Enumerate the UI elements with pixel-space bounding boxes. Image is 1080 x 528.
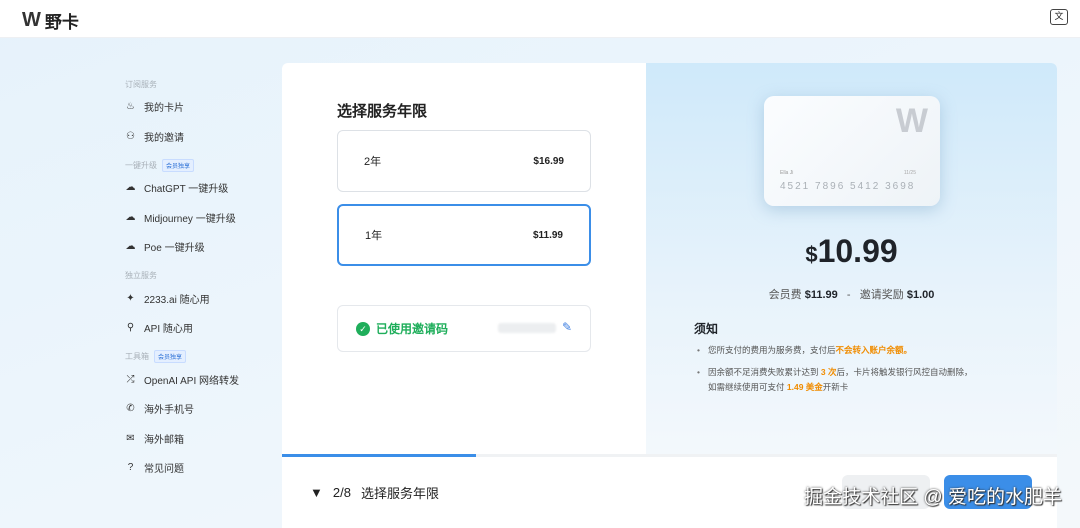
- price-breakdown: 会员费 $11.99 - 邀请奖励 $1.00: [646, 286, 1057, 302]
- cloud-upload-icon: ☁: [125, 211, 136, 223]
- section-label: 一键升级: [125, 160, 157, 170]
- currency: $: [805, 242, 818, 267]
- item-label: 我的卡片: [144, 103, 184, 115]
- sidebar-item-chatgpt[interactable]: ☁ ChatGPT 一键升级: [125, 173, 275, 203]
- watermark: 掘金技术社区 @ 爱吃的水肥羊: [804, 487, 1062, 508]
- invite-code-box: ✓ 已使用邀请码 ✎: [337, 305, 591, 352]
- option-1-year[interactable]: 1年 $11.99: [337, 204, 591, 266]
- top-bar: W 野卡 文: [0, 0, 1080, 38]
- item-label: Midjourney 一键升级: [144, 213, 236, 225]
- section-standalone: 独立服务: [125, 268, 275, 284]
- reward-label: 邀请奖励: [859, 289, 904, 301]
- app-title: 野卡: [44, 13, 79, 32]
- step-count: 2/8: [332, 485, 351, 500]
- item-label: 我的邀请: [144, 132, 184, 144]
- edit-icon[interactable]: ✎: [562, 320, 572, 334]
- fee-label: 会员费: [768, 289, 802, 301]
- sidebar-item-phone[interactable]: ✆ 海外手机号: [125, 394, 275, 424]
- plug-icon: ⚲: [126, 322, 135, 334]
- notice-text: 如需继续使用可支付: [708, 382, 787, 392]
- item-label: OpenAI API 网络转发: [144, 375, 240, 387]
- sidebar-item-my-cards[interactable]: ♨ 我的卡片: [125, 92, 275, 122]
- item-label: ChatGPT 一键升级: [144, 184, 229, 196]
- cloud-upload-icon: ☁: [125, 241, 136, 253]
- item-label: 常见问题: [144, 464, 184, 476]
- card-holder: Ella Ji: [780, 170, 794, 176]
- notice-text: 因余额不足消费失败累计达到: [708, 367, 821, 377]
- users-icon: ⚇: [126, 130, 135, 142]
- notice-highlight: 1.49 美金: [786, 382, 823, 392]
- notice-text: 您所支付的费用为服务费，支付后: [708, 345, 836, 355]
- card-number: 4521 7896 5412 3698: [780, 181, 916, 192]
- checkout-panel: 选择服务年限 2年 $16.99 1年 $11.99 ✓ 已使用邀请码 ✎ W El…: [282, 63, 1057, 528]
- invite-code-redacted: [498, 323, 556, 333]
- section-subscription: 订阅服务: [125, 76, 275, 92]
- sidebar: 订阅服务 ♨ 我的卡片 ⚇ 我的邀请 一键升级 会员独享 ☁ ChatGPT 一键升级 …: [125, 70, 275, 483]
- translate-icon[interactable]: 文: [1050, 9, 1068, 25]
- mail-icon: ✉: [126, 432, 135, 444]
- sidebar-item-email[interactable]: ✉ 海外邮箱: [125, 424, 275, 454]
- section-toolbox: 工具箱 会员独享: [125, 349, 275, 365]
- reward-value: $1.00: [906, 289, 935, 301]
- progress-bar: [282, 454, 1057, 457]
- check-circle-icon: ✓: [356, 321, 370, 336]
- progress-fill: [282, 454, 476, 457]
- section-label: 工具箱: [125, 352, 149, 361]
- step-title: 选择服务年限: [360, 486, 439, 501]
- card-hand-icon: ♨: [126, 101, 135, 113]
- total-price: $10.99: [646, 233, 1057, 270]
- notice-highlight: 3 次: [820, 367, 837, 377]
- card-preview: W Ella Ji 11/25 4521 7896 5412 3698: [764, 96, 940, 206]
- logo[interactable]: W 野卡: [22, 8, 79, 33]
- notice-title: 须知: [694, 322, 719, 336]
- invite-status: 已使用邀请码: [376, 322, 449, 336]
- item-label: 海外邮箱: [144, 434, 184, 446]
- logo-mark: W: [22, 9, 41, 31]
- sidebar-item-midjourney[interactable]: ☁ Midjourney 一键升级: [125, 203, 275, 233]
- step-indicator[interactable]: ▼ 2/8 选择服务年限: [310, 483, 439, 502]
- item-label: 海外手机号: [144, 405, 194, 417]
- phone-icon: ✆: [126, 403, 135, 415]
- item-label: 2233.ai 随心用: [144, 294, 210, 306]
- total-amount: 10.99: [817, 233, 898, 269]
- option-price: $11.99: [532, 229, 563, 241]
- sidebar-item-my-invites[interactable]: ⚇ 我的邀请: [125, 122, 275, 152]
- sidebar-item-faq[interactable]: ? 常见问题: [125, 453, 275, 483]
- option-price: $16.99: [533, 155, 564, 167]
- option-label: 2年: [364, 156, 382, 168]
- summary-panel: W Ella Ji 11/25 4521 7896 5412 3698 $10.…: [646, 63, 1057, 455]
- sidebar-item-2233ai[interactable]: ✦ 2233.ai 随心用: [125, 284, 275, 314]
- sparkle-icon: ✦: [126, 292, 135, 304]
- item-label: Poe 一键升级: [144, 243, 205, 255]
- shuffle-icon: ⤮: [126, 373, 135, 385]
- help-icon: ?: [127, 462, 134, 474]
- notice-item: 您所支付的费用为服务费，支付后不会转入账户余额。: [697, 343, 1018, 358]
- card-expiry: 11/25: [903, 170, 916, 176]
- section-label: 独立服务: [125, 271, 157, 280]
- sidebar-item-poe[interactable]: ☁ Poe 一键升级: [125, 232, 275, 262]
- notice-item: 因余额不足消费失败累计达到 3 次后，卡片将触发银行风控自动删除， 如需继续使用可…: [697, 365, 1018, 395]
- separator: -: [846, 289, 851, 301]
- notice-text: 开新卡: [822, 382, 849, 392]
- sidebar-item-api[interactable]: ⚲ API 随心用: [125, 313, 275, 343]
- notice-highlight: 不会转入账户余额。: [835, 345, 913, 355]
- section-label: 订阅服务: [125, 79, 157, 89]
- fee-value: $11.99: [804, 289, 838, 301]
- card-logo: W: [895, 102, 928, 140]
- item-label: API 随心用: [144, 324, 193, 336]
- sidebar-item-openai-proxy[interactable]: ⤮ OpenAI API 网络转发: [125, 365, 275, 395]
- member-badge: 会员独享: [154, 350, 187, 363]
- cloud-upload-icon: ☁: [125, 182, 136, 194]
- triangle-down-icon: ▼: [310, 485, 323, 500]
- form-title: 选择服务年限: [337, 103, 428, 120]
- member-badge: 会员独享: [162, 158, 195, 172]
- option-2-years[interactable]: 2年 $16.99: [337, 130, 591, 192]
- section-upgrade: 一键升级 会员独享: [125, 157, 275, 173]
- option-label: 1年: [365, 230, 383, 242]
- notice-text: 后，卡片将触发银行风控自动删除，: [836, 367, 973, 377]
